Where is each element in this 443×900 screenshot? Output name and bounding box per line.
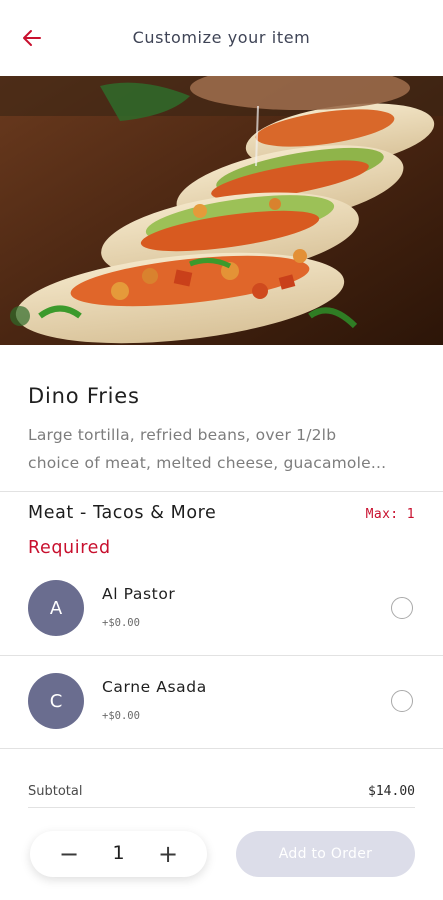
option-name: Carne Asada bbox=[102, 678, 207, 696]
quantity-stepper: − 1 + bbox=[30, 831, 207, 877]
option-al-pastor[interactable]: A Al Pastor +$0.00 bbox=[0, 565, 443, 657]
subtotal-divider bbox=[28, 807, 415, 808]
item-description-line: Large tortilla, refried beans, over 1/2l… bbox=[28, 426, 337, 444]
tacos-photo bbox=[0, 76, 443, 345]
modifier-max-badge: Max: 1 bbox=[365, 507, 415, 522]
option-avatar: A bbox=[28, 580, 84, 636]
option-radio[interactable] bbox=[391, 597, 413, 619]
option-price: +$0.00 bbox=[102, 617, 140, 629]
add-to-order-button[interactable]: Add to Order bbox=[236, 831, 415, 877]
item-name: Dino Fries bbox=[28, 384, 140, 408]
item-description: Large tortilla, refried beans, over 1/2l… bbox=[28, 421, 420, 477]
section-divider bbox=[0, 491, 443, 492]
subtotal-label: Subtotal bbox=[28, 784, 83, 799]
increment-button[interactable]: + bbox=[145, 831, 191, 877]
modifier-group-title: Meat - Tacos & More bbox=[28, 503, 217, 523]
item-photo bbox=[0, 76, 443, 345]
option-price: +$0.00 bbox=[102, 710, 140, 722]
option-avatar: C bbox=[28, 673, 84, 729]
option-divider bbox=[0, 655, 443, 656]
app-header: Customize your item bbox=[0, 0, 443, 76]
subtotal-value: $14.00 bbox=[368, 784, 415, 799]
option-radio[interactable] bbox=[391, 690, 413, 712]
item-description-line: choice of meat, melted cheese, guacamole… bbox=[28, 454, 387, 472]
option-name: Al Pastor bbox=[102, 585, 176, 603]
option-carne-asada[interactable]: C Carne Asada +$0.00 bbox=[0, 658, 443, 750]
page-title: Customize your item bbox=[132, 28, 311, 47]
required-label: Required bbox=[28, 538, 111, 558]
option-divider bbox=[0, 748, 443, 749]
